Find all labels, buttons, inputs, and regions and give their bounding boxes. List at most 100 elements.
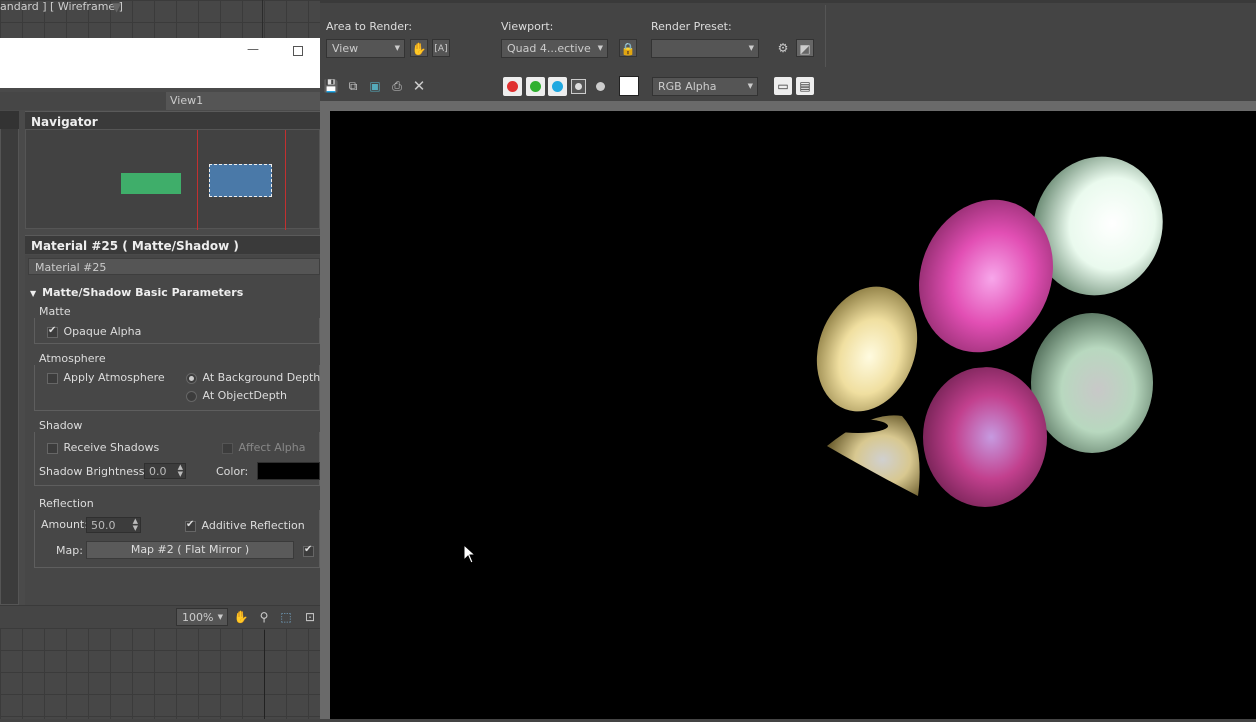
viewport-background-bottom[interactable]: [0, 628, 320, 719]
copy-image-icon[interactable]: ⧉: [344, 77, 362, 95]
shadow-brightness-spinner[interactable]: 0.0 ▲ ▼: [144, 463, 186, 479]
viewport-label-rf: Viewport:: [501, 20, 554, 33]
render-preset-label: Render Preset:: [651, 20, 732, 33]
background-depth-row[interactable]: At Background Depth: [186, 371, 320, 384]
object-depth-radio[interactable]: [186, 390, 197, 402]
lock-icon[interactable]: 🔒: [619, 39, 637, 57]
shadow-group-label: Shadow: [39, 419, 83, 432]
material-header: Material #25 ( Matte/Shadow ): [25, 235, 320, 254]
navigator-frame-right: [285, 130, 286, 230]
apply-atmosphere-label: Apply Atmosphere: [63, 371, 165, 384]
area-to-render-label: Area to Render:: [326, 20, 413, 33]
background-depth-radio[interactable]: [186, 372, 197, 384]
left-panel-strip: [0, 111, 19, 605]
navigator-title: Navigator: [25, 111, 320, 129]
apply-atmosphere-checkbox[interactable]: [47, 372, 58, 384]
receive-shadows-checkbox[interactable]: [47, 442, 58, 454]
map-enable-row[interactable]: [303, 544, 314, 557]
receive-shadows-row[interactable]: Receive Shadows: [47, 441, 159, 454]
save-image-icon[interactable]: 💾: [322, 77, 340, 95]
area-to-render-dropdown[interactable]: View: [326, 39, 405, 58]
map-button[interactable]: Map #2 ( Flat Mirror ): [86, 541, 294, 559]
map-enable-checkbox[interactable]: [303, 544, 314, 557]
atmosphere-group-label: Atmosphere: [39, 352, 106, 365]
material-name-field[interactable]: Material #25: [28, 258, 320, 275]
slate-titlebar: [0, 38, 320, 88]
opaque-alpha-checkbox[interactable]: [47, 325, 58, 338]
channel-dropdown[interactable]: RGB Alpha: [652, 77, 758, 96]
object-depth-row[interactable]: At ObjectDepth: [186, 389, 287, 402]
white-sphere-reflection: [1031, 313, 1153, 453]
affect-alpha-row[interactable]: Affect Alpha: [222, 441, 306, 454]
swatch-color[interactable]: [619, 76, 639, 96]
render-preset-dropdown[interactable]: [651, 39, 759, 58]
print-image-icon[interactable]: ⎙: [388, 77, 406, 95]
reflection-group-label: Reflection: [39, 497, 94, 510]
monochrome-icon[interactable]: [596, 82, 605, 91]
alpha-channel-icon[interactable]: [571, 79, 586, 94]
shadow-color-label: Color:: [216, 465, 249, 478]
affect-alpha-checkbox[interactable]: [222, 442, 233, 454]
apply-atmosphere-row[interactable]: Apply Atmosphere: [47, 371, 165, 384]
clear-icon[interactable]: ✕: [410, 77, 428, 95]
spinner-arrows-icon: ▲ ▼: [177, 463, 183, 478]
viewport-label[interactable]: andard ] [ Wireframe ]: [0, 0, 123, 13]
red-channel-button[interactable]: [503, 77, 522, 96]
maximize-icon[interactable]: [293, 46, 303, 56]
opaque-alpha-row[interactable]: Opaque Alpha: [47, 325, 141, 338]
area-to-render-value: View: [332, 42, 359, 55]
rollout-header[interactable]: ▼ Matte/Shadow Basic Parameters: [30, 286, 320, 302]
environment-effects-icon[interactable]: ◩: [796, 39, 814, 57]
channel-value: RGB Alpha: [658, 80, 717, 93]
green-channel-dot: [530, 81, 541, 92]
navigator-node-blue[interactable]: [209, 164, 272, 197]
affect-alpha-label: Affect Alpha: [238, 441, 306, 454]
zoom-icon[interactable]: ⚲: [255, 608, 273, 626]
amount-spinner[interactable]: 50.0 ▲ ▼: [86, 517, 141, 533]
yellow-sphere: [816, 286, 918, 412]
additive-reflection-checkbox[interactable]: [185, 519, 196, 532]
render-setup-icon[interactable]: ⚙: [774, 39, 792, 57]
viewport-value: Quad 4...ective: [507, 42, 591, 55]
zoom-extents-icon[interactable]: ⊡: [301, 608, 319, 626]
matte-group-label: Matte: [39, 305, 71, 318]
minimize-icon[interactable]: —: [247, 42, 259, 56]
clone-frame-icon[interactable]: ▣: [366, 77, 384, 95]
alpha-dot: [575, 83, 582, 90]
spinner-arrows-icon: ▲ ▼: [132, 517, 138, 532]
pan-hand-icon[interactable]: ✋: [232, 608, 250, 626]
filter-icon: ▼: [112, 0, 122, 14]
amount-value: 50.0: [91, 519, 116, 532]
additive-reflection-row[interactable]: Additive Reflection: [185, 519, 305, 532]
view-tab[interactable]: View1: [166, 92, 320, 110]
additive-reflection-label: Additive Reflection: [201, 519, 305, 532]
green-channel-button[interactable]: [526, 77, 545, 96]
navigator-frame-left: [197, 130, 198, 230]
pink-sphere-reflection: [923, 367, 1047, 507]
amount-label: Amount:: [41, 518, 88, 531]
shadow-brightness-label: Shadow Brightness:: [39, 465, 149, 478]
render-spheres: [816, 156, 1163, 507]
viewport-divider: [264, 630, 265, 719]
auto-region-icon[interactable]: [A]: [432, 39, 450, 57]
mouse-cursor-icon: [463, 544, 477, 564]
pink-shadow: [938, 354, 1002, 368]
zoom-dropdown[interactable]: 100%: [176, 608, 228, 626]
background-depth-label: At Background Depth: [202, 371, 321, 384]
toggle-ui-overlay-icon[interactable]: ▭: [774, 77, 792, 95]
render-frame-settings: [320, 3, 1256, 71]
viewport-dropdown[interactable]: Quad 4...ective: [501, 39, 608, 58]
map-button-label: Map #2 ( Flat Mirror ): [130, 543, 250, 556]
red-channel-dot: [507, 81, 518, 92]
shadow-color-swatch[interactable]: [257, 462, 320, 480]
yellow-shadow: [828, 419, 888, 433]
navigator-node-green[interactable]: [121, 173, 181, 194]
zoom-region-icon[interactable]: ⬚: [277, 608, 295, 626]
blue-channel-dot: [552, 81, 563, 92]
render-image[interactable]: [330, 111, 1256, 719]
toggle-ui-icon[interactable]: ▤: [796, 77, 814, 95]
edit-region-icon[interactable]: ✋: [410, 39, 428, 57]
blue-channel-button[interactable]: [548, 77, 567, 96]
navigator-area[interactable]: [25, 129, 320, 230]
settings-divider: [825, 5, 826, 67]
